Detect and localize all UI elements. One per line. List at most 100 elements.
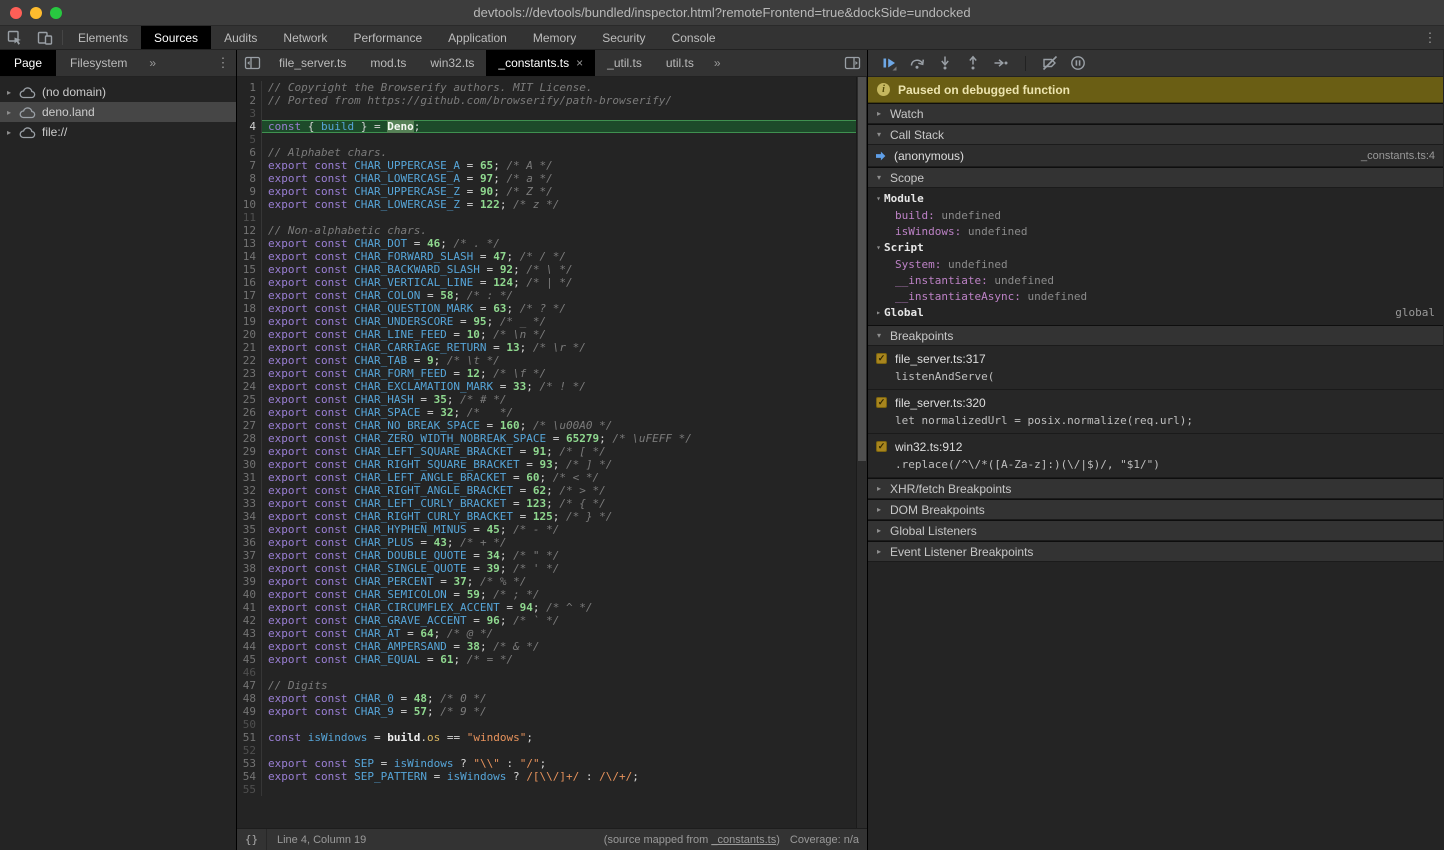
file-tab[interactable]: file_server.ts <box>267 50 358 76</box>
line-number[interactable]: 42 <box>237 614 261 627</box>
code-line-content[interactable]: export const CHAR_LEFT_SQUARE_BRACKET = … <box>261 445 856 458</box>
code-line[interactable]: 38export const CHAR_SINGLE_QUOTE = 39; /… <box>237 562 856 575</box>
line-number[interactable]: 25 <box>237 393 261 406</box>
section-global-listeners[interactable]: ▸Global Listeners <box>868 520 1443 541</box>
step-into-icon[interactable] <box>934 53 956 73</box>
pretty-print-button[interactable]: {} <box>237 829 267 850</box>
code-line[interactable]: 22export const CHAR_TAB = 9; /* \t */ <box>237 354 856 367</box>
device-toolbar-icon[interactable] <box>30 26 60 49</box>
line-number[interactable]: 2 <box>237 94 261 107</box>
section-watch[interactable]: ▸ Watch <box>868 103 1443 124</box>
line-number[interactable]: 50 <box>237 718 261 731</box>
code-line[interactable]: 32export const CHAR_RIGHT_ANGLE_BRACKET … <box>237 484 856 497</box>
line-number[interactable]: 52 <box>237 744 261 757</box>
line-number[interactable]: 40 <box>237 588 261 601</box>
code-line-content[interactable]: // Alphabet chars. <box>261 146 856 159</box>
line-number[interactable]: 51 <box>237 731 261 744</box>
line-number[interactable]: 37 <box>237 549 261 562</box>
editor-more-tabs-icon[interactable]: » <box>706 50 729 76</box>
code-line-content[interactable]: // Digits <box>261 679 856 692</box>
tab-memory[interactable]: Memory <box>520 26 589 49</box>
line-number[interactable]: 55 <box>237 783 261 796</box>
code-line[interactable]: 15export const CHAR_BACKWARD_SLASH = 92;… <box>237 263 856 276</box>
breakpoint-entry[interactable]: ✓win32.ts:912.replace(/^\/*([A-Za-z]:)(\… <box>868 434 1443 478</box>
code-line[interactable]: 51const isWindows = build.os == "windows… <box>237 731 856 744</box>
line-number[interactable]: 5 <box>237 133 261 146</box>
code-line[interactable]: 2// Ported from https://github.com/brows… <box>237 94 856 107</box>
line-number[interactable]: 26 <box>237 406 261 419</box>
close-icon[interactable]: × <box>576 56 583 70</box>
code-line[interactable]: 30export const CHAR_RIGHT_SQUARE_BRACKET… <box>237 458 856 471</box>
tab-sources[interactable]: Sources <box>141 26 211 49</box>
code-line[interactable]: 36export const CHAR_PLUS = 43; /* + */ <box>237 536 856 549</box>
line-number[interactable]: 21 <box>237 341 261 354</box>
scope-property[interactable]: __instantiateAsync: undefined <box>868 288 1443 304</box>
line-number[interactable]: 35 <box>237 523 261 536</box>
code-line[interactable]: 6// Alphabet chars. <box>237 146 856 159</box>
code-line[interactable]: 55 <box>237 783 856 796</box>
code-line-content[interactable]: export const CHAR_COLON = 58; /* : */ <box>261 289 856 302</box>
line-number[interactable]: 7 <box>237 159 261 172</box>
code-line[interactable]: 50 <box>237 718 856 731</box>
code-line[interactable]: 45export const CHAR_EQUAL = 61; /* = */ <box>237 653 856 666</box>
line-number[interactable]: 12 <box>237 224 261 237</box>
code-line-content[interactable]: export const CHAR_DOUBLE_QUOTE = 34; /* … <box>261 549 856 562</box>
line-number[interactable]: 18 <box>237 302 261 315</box>
tab-network[interactable]: Network <box>270 26 340 49</box>
code-line[interactable]: 42export const CHAR_GRAVE_ACCENT = 96; /… <box>237 614 856 627</box>
source-map-link[interactable]: _constants.ts <box>711 834 776 846</box>
code-line-content[interactable]: export const CHAR_UPPERCASE_Z = 90; /* Z… <box>261 185 856 198</box>
code-line[interactable]: 34export const CHAR_RIGHT_CURLY_BRACKET … <box>237 510 856 523</box>
resume-icon[interactable] <box>878 53 900 73</box>
code-line[interactable]: 10export const CHAR_LOWERCASE_Z = 122; /… <box>237 198 856 211</box>
code-line[interactable]: 20export const CHAR_LINE_FEED = 10; /* \… <box>237 328 856 341</box>
line-number[interactable]: 47 <box>237 679 261 692</box>
code-line[interactable]: 41export const CHAR_CIRCUMFLEX_ACCENT = … <box>237 601 856 614</box>
editor-scrollbar-thumb[interactable] <box>858 77 866 461</box>
step-over-icon[interactable] <box>906 53 928 73</box>
code-line[interactable]: 7export const CHAR_UPPERCASE_A = 65; /* … <box>237 159 856 172</box>
code-line-content[interactable]: export const SEP = isWindows ? "\\" : "/… <box>261 757 856 770</box>
code-line[interactable]: 54export const SEP_PATTERN = isWindows ?… <box>237 770 856 783</box>
code-line[interactable]: 5 <box>237 133 856 146</box>
zoom-window-button[interactable] <box>50 7 62 19</box>
code-line[interactable]: 9export const CHAR_UPPERCASE_Z = 90; /* … <box>237 185 856 198</box>
line-number[interactable]: 33 <box>237 497 261 510</box>
tab-console[interactable]: Console <box>659 26 729 49</box>
code-line[interactable]: 1// Copyright the Browserify authors. MI… <box>237 81 856 94</box>
code-line[interactable]: 44export const CHAR_AMPERSAND = 38; /* &… <box>237 640 856 653</box>
line-number[interactable]: 27 <box>237 419 261 432</box>
code-line-content[interactable]: export const CHAR_HYPHEN_MINUS = 45; /* … <box>261 523 856 536</box>
code-line[interactable]: 48export const CHAR_0 = 48; /* 0 */ <box>237 692 856 705</box>
file-tab[interactable]: _util.ts <box>595 50 654 76</box>
code-line-content[interactable]: export const CHAR_RIGHT_ANGLE_BRACKET = … <box>261 484 856 497</box>
line-number[interactable]: 36 <box>237 536 261 549</box>
editor-scrollbar[interactable] <box>856 77 867 828</box>
tab-application[interactable]: Application <box>435 26 520 49</box>
section-dom-breakpoints[interactable]: ▸DOM Breakpoints <box>868 499 1443 520</box>
line-number[interactable]: 23 <box>237 367 261 380</box>
section-scope[interactable]: ▾ Scope <box>868 167 1443 188</box>
code-line-content[interactable]: // Non-alphabetic chars. <box>261 224 856 237</box>
line-number[interactable]: 43 <box>237 627 261 640</box>
code-line-content[interactable]: export const CHAR_FORWARD_SLASH = 47; /*… <box>261 250 856 263</box>
code-line[interactable]: 25export const CHAR_HASH = 35; /* # */ <box>237 393 856 406</box>
line-number[interactable]: 31 <box>237 471 261 484</box>
code-line[interactable]: 31export const CHAR_LEFT_ANGLE_BRACKET =… <box>237 471 856 484</box>
navigator-tab-filesystem[interactable]: Filesystem <box>56 50 141 76</box>
line-number[interactable]: 22 <box>237 354 261 367</box>
section-call-stack[interactable]: ▾ Call Stack <box>868 124 1443 145</box>
line-number[interactable]: 44 <box>237 640 261 653</box>
tab-audits[interactable]: Audits <box>211 26 270 49</box>
code-line[interactable]: 29export const CHAR_LEFT_SQUARE_BRACKET … <box>237 445 856 458</box>
scope-group-global[interactable]: ▸Globalglobal <box>868 304 1443 321</box>
navigator-menu-icon[interactable]: ⋮ <box>210 50 236 76</box>
code-line-content[interactable]: export const CHAR_CIRCUMFLEX_ACCENT = 94… <box>261 601 856 614</box>
code-line[interactable]: 52 <box>237 744 856 757</box>
file-tab[interactable]: win32.ts <box>418 50 486 76</box>
line-number[interactable]: 19 <box>237 315 261 328</box>
line-number[interactable]: 49 <box>237 705 261 718</box>
section-breakpoints[interactable]: ▾ Breakpoints <box>868 325 1443 346</box>
inspect-element-icon[interactable] <box>0 26 30 49</box>
code-line[interactable]: 17export const CHAR_COLON = 58; /* : */ <box>237 289 856 302</box>
